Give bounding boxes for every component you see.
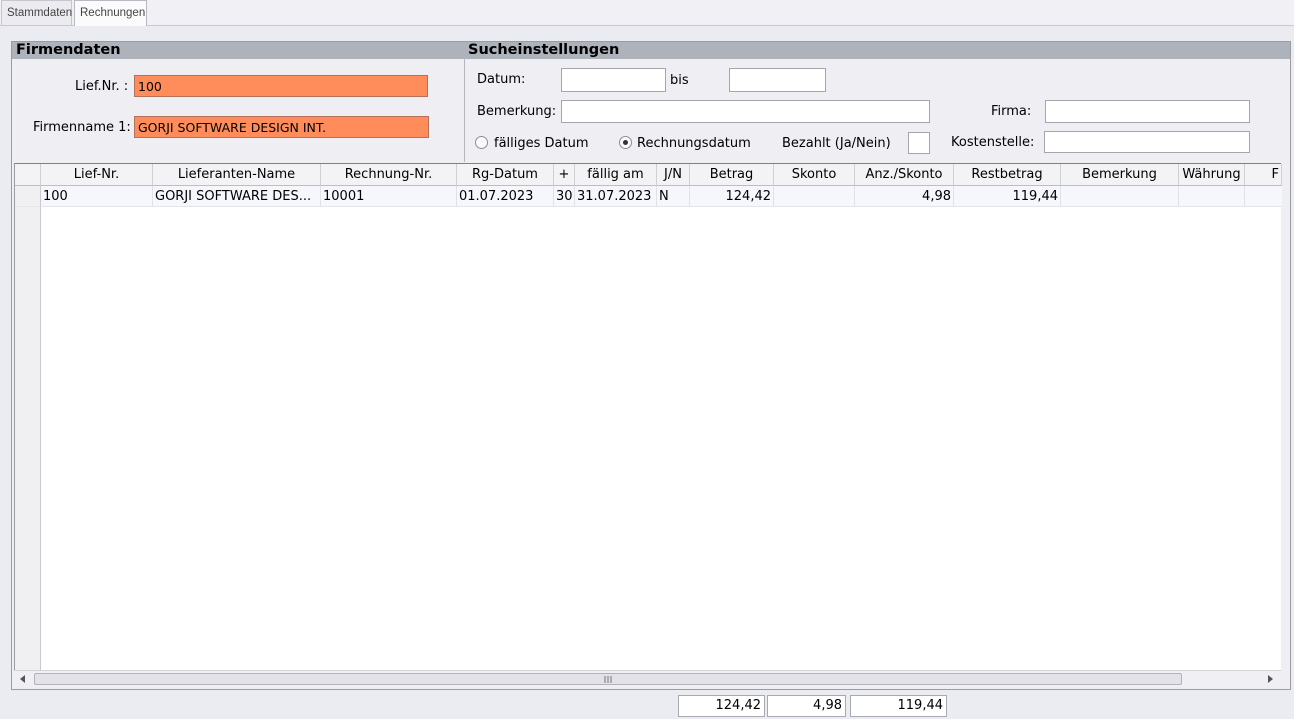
row-header-cell[interactable] — [15, 186, 41, 207]
grid-corner — [15, 164, 41, 186]
col-header-anz-skonto[interactable]: Anz./Skonto — [855, 164, 954, 186]
cell-bemerkung[interactable] — [1061, 186, 1179, 207]
cell-anz-skonto[interactable]: 4,98 — [855, 186, 954, 207]
cell-betrag[interactable]: 124,42 — [690, 186, 774, 207]
scrollbar-thumb[interactable] — [34, 673, 1182, 685]
cell-lief-nr[interactable]: 100 — [41, 186, 153, 207]
bis-label: bis — [670, 73, 689, 88]
col-header-betrag[interactable]: Betrag — [690, 164, 774, 186]
panel-divider — [464, 58, 465, 162]
firmenname-label: Firmenname 1: — [33, 120, 131, 135]
grip-icon — [604, 676, 612, 683]
scroll-right-icon[interactable] — [1268, 675, 1274, 683]
col-header-lief-nr[interactable]: Lief-Nr. — [41, 164, 153, 186]
col-header-restbetrag[interactable]: Restbetrag — [954, 164, 1061, 186]
tab-stammdaten[interactable]: Stammdaten — [1, 0, 72, 25]
lief-nr-field[interactable]: 100 — [134, 75, 428, 97]
firmendaten-title: Firmendaten — [16, 42, 121, 58]
col-header-waehrung[interactable]: Währung — [1179, 164, 1245, 186]
col-header-jn[interactable]: J/N — [657, 164, 690, 186]
kostenstelle-label: Kostenstelle: — [951, 135, 1035, 150]
cell-rg-datum[interactable]: 01.07.2023 — [457, 186, 554, 207]
cell-restbetrag[interactable]: 119,44 — [954, 186, 1061, 207]
firma-label: Firma: — [991, 104, 1032, 119]
cell-jn[interactable]: N — [657, 186, 690, 207]
total-skonto: 4,98 — [767, 695, 846, 717]
radio-rechnungsdatum-label: Rechnungsdatum — [637, 136, 751, 151]
row-header-column — [15, 164, 41, 672]
cell-plus[interactable]: 30 — [554, 186, 575, 207]
cell-waehrung[interactable] — [1179, 186, 1245, 207]
lief-nr-label: Lief.Nr. : — [75, 79, 129, 94]
cell-rechnung-nr[interactable]: 10001 — [321, 186, 457, 207]
cell-lieferanten-name[interactable]: GORJI SOFTWARE DES... — [153, 186, 321, 207]
col-header-bemerkung[interactable]: Bemerkung — [1061, 164, 1179, 186]
bezahlt-field[interactable] — [908, 132, 930, 154]
firmendaten-header: Firmendaten — [12, 42, 464, 59]
bezahlt-label: Bezahlt (Ja/Nein) — [782, 136, 891, 151]
cell-faellig-am[interactable]: 31.07.2023 — [575, 186, 657, 207]
scroll-left-icon[interactable] — [20, 675, 26, 683]
datum-to-field[interactable] — [729, 68, 826, 92]
col-header-rechnung-nr[interactable]: Rechnung-Nr. — [321, 164, 457, 186]
col-header-f[interactable]: F — [1245, 164, 1282, 186]
radio-faelliges-datum-label: fälliges Datum — [494, 136, 589, 151]
col-header-skonto[interactable]: Skonto — [774, 164, 855, 186]
tab-bar — [0, 0, 1294, 26]
col-header-rg-datum[interactable]: Rg-Datum — [457, 164, 554, 186]
sucheinstellungen-header: Sucheinstellungen — [464, 42, 1290, 59]
tab-rechnungen[interactable]: Rechnungen — [74, 0, 147, 26]
total-restbetrag: 119,44 — [850, 695, 947, 717]
kostenstelle-field[interactable] — [1044, 131, 1250, 153]
firmenname-field[interactable]: GORJI SOFTWARE DESIGN INT. — [134, 116, 429, 138]
col-header-faellig-am[interactable]: fällig am — [575, 164, 657, 186]
radio-rechnungsdatum[interactable] — [619, 136, 632, 149]
cell-f[interactable] — [1245, 186, 1282, 207]
bemerkung-label: Bemerkung: — [477, 104, 557, 119]
col-header-lieferanten-name[interactable]: Lieferanten-Name — [153, 164, 321, 186]
firma-field[interactable] — [1045, 100, 1250, 123]
cell-skonto[interactable] — [774, 186, 855, 207]
datum-from-field[interactable] — [561, 68, 666, 92]
col-header-plus[interactable]: + — [554, 164, 575, 186]
datum-label: Datum: — [477, 72, 526, 87]
invoice-grid[interactable]: Lief-Nr. Lieferanten-Name Rechnung-Nr. R… — [14, 163, 1282, 672]
sucheinstellungen-title: Sucheinstellungen — [468, 42, 620, 58]
total-betrag: 124,42 — [678, 695, 765, 717]
horizontal-scrollbar[interactable] — [14, 670, 1281, 686]
radio-faelliges-datum[interactable] — [475, 136, 488, 149]
bemerkung-field[interactable] — [561, 100, 930, 123]
